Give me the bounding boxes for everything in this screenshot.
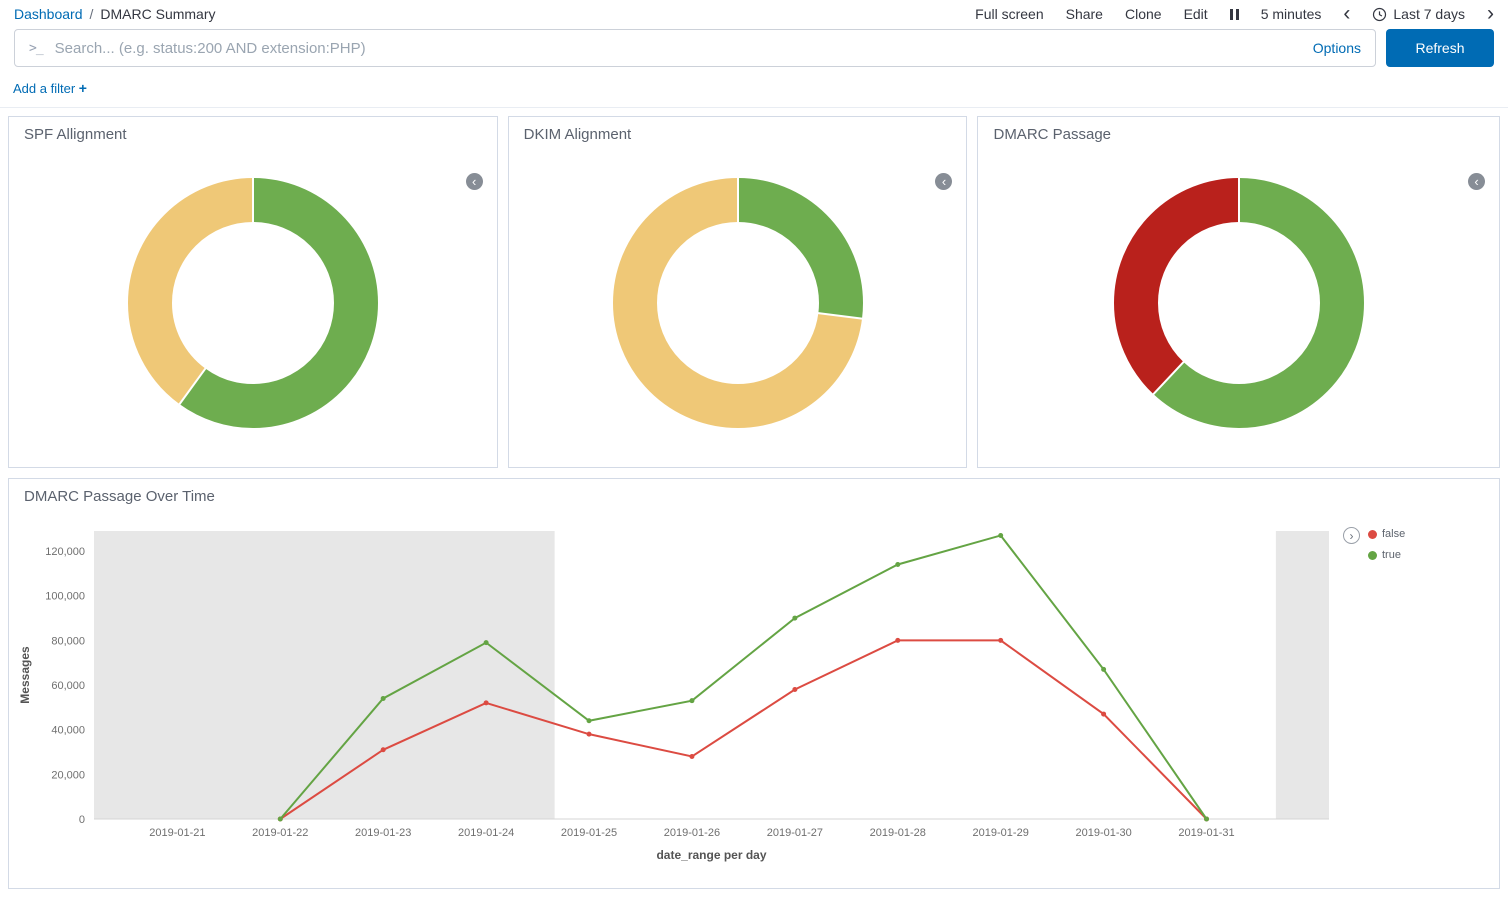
- svg-text:0: 0: [79, 814, 85, 826]
- svg-text:20,000: 20,000: [51, 769, 85, 781]
- edit-button[interactable]: Edit: [1184, 6, 1208, 22]
- filter-bar: Add a filter +: [0, 71, 1508, 108]
- panel-spf-alignment: SPF Allignment ‹: [8, 116, 498, 468]
- panel-dmarc-passage-over-time: DMARC Passage Over Time 0 20,000 40,000 60,…: [8, 478, 1500, 889]
- add-filter-link[interactable]: Add a filter +: [13, 81, 87, 96]
- console-prompt-icon: >_: [29, 41, 43, 56]
- svg-text:2019-01-25: 2019-01-25: [561, 827, 617, 839]
- svg-text:2019-01-22: 2019-01-22: [252, 827, 308, 839]
- svg-text:40,000: 40,000: [51, 725, 85, 737]
- add-filter-label: Add a filter: [13, 81, 75, 96]
- plus-icon: +: [79, 80, 87, 96]
- panel-dmarc-passage: DMARC Passage ‹: [977, 116, 1500, 468]
- spf-alignment-donut-chart[interactable]: [9, 177, 497, 429]
- dkim-alignment-donut-chart[interactable]: [509, 177, 967, 429]
- time-forward-icon[interactable]: ›: [1487, 8, 1494, 20]
- legend-items: false true: [1368, 527, 1405, 561]
- time-range-button[interactable]: Last 7 days: [1372, 6, 1465, 22]
- dashboard-grid: SPF Allignment ‹ DKIM Alignment ‹ DMARC …: [0, 108, 1508, 897]
- panel-dkim-alignment: DKIM Alignment ‹: [508, 116, 968, 468]
- svg-text:2019-01-29: 2019-01-29: [973, 827, 1029, 839]
- svg-text:80,000: 80,000: [51, 635, 85, 647]
- share-button[interactable]: Share: [1066, 6, 1103, 22]
- svg-text:60,000: 60,000: [51, 680, 85, 692]
- legend-toggle-icon[interactable]: ›: [1343, 527, 1360, 544]
- donut-row: SPF Allignment ‹ DKIM Alignment ‹ DMARC …: [8, 116, 1500, 468]
- line-chart-area: 0 20,000 40,000 60,000 80,000 100,000 120,000 2…: [9, 523, 1499, 871]
- pause-refresh-icon[interactable]: [1230, 9, 1239, 20]
- svg-text:date_range per day: date_range per day: [656, 848, 766, 862]
- dmarc-over-time-chart[interactable]: 0 20,000 40,000 60,000 80,000 100,000 120,000 2…: [9, 523, 1343, 871]
- chart-legend: › false true: [1343, 523, 1405, 871]
- search-box: >_ Options: [14, 29, 1376, 67]
- breadcrumb-current: DMARC Summary: [100, 6, 215, 22]
- svg-text:2019-01-30: 2019-01-30: [1075, 827, 1131, 839]
- clock-icon: [1372, 7, 1387, 22]
- breadcrumb-dashboard[interactable]: Dashboard: [14, 6, 83, 22]
- clone-button[interactable]: Clone: [1125, 6, 1162, 22]
- time-range-label: Last 7 days: [1393, 6, 1465, 22]
- legend-swatch-false: [1368, 530, 1377, 539]
- full-screen-button[interactable]: Full screen: [975, 6, 1043, 22]
- svg-text:2019-01-24: 2019-01-24: [458, 827, 514, 839]
- panel-title: DMARC Passage Over Time: [9, 479, 1499, 511]
- svg-text:100,000: 100,000: [45, 591, 85, 603]
- legend-toggle-icon[interactable]: ‹: [1468, 173, 1485, 190]
- refresh-button[interactable]: Refresh: [1386, 29, 1494, 67]
- legend-item-true[interactable]: true: [1368, 549, 1405, 561]
- query-bar: >_ Options Refresh: [0, 25, 1508, 71]
- dmarc-passage-donut-chart[interactable]: [978, 177, 1499, 429]
- svg-text:2019-01-23: 2019-01-23: [355, 827, 411, 839]
- svg-text:120,000: 120,000: [45, 546, 85, 558]
- panel-title: DMARC Passage: [978, 117, 1499, 149]
- legend-toggle-icon[interactable]: ‹: [466, 173, 483, 190]
- legend-label-false: false: [1382, 528, 1405, 540]
- svg-text:2019-01-27: 2019-01-27: [767, 827, 823, 839]
- legend-item-false[interactable]: false: [1368, 528, 1405, 540]
- svg-text:Messages: Messages: [18, 646, 32, 704]
- svg-text:2019-01-31: 2019-01-31: [1178, 827, 1234, 839]
- svg-text:2019-01-21: 2019-01-21: [149, 827, 205, 839]
- svg-text:2019-01-26: 2019-01-26: [664, 827, 720, 839]
- panel-title: DKIM Alignment: [509, 117, 967, 149]
- refresh-interval-button[interactable]: 5 minutes: [1261, 6, 1322, 22]
- breadcrumb: Dashboard / DMARC Summary: [14, 6, 216, 22]
- svg-text:2019-01-28: 2019-01-28: [870, 827, 926, 839]
- search-input[interactable]: [55, 40, 1301, 57]
- panel-title: SPF Allignment: [9, 117, 497, 149]
- time-back-icon[interactable]: ‹: [1343, 8, 1350, 20]
- options-link[interactable]: Options: [1313, 40, 1361, 56]
- top-navigation: Dashboard / DMARC Summary Full screen Sh…: [0, 0, 1508, 25]
- breadcrumb-separator: /: [90, 6, 94, 22]
- legend-swatch-true: [1368, 551, 1377, 560]
- top-menu: Full screen Share Clone Edit 5 minutes ‹…: [975, 6, 1494, 22]
- legend-label-true: true: [1382, 549, 1401, 561]
